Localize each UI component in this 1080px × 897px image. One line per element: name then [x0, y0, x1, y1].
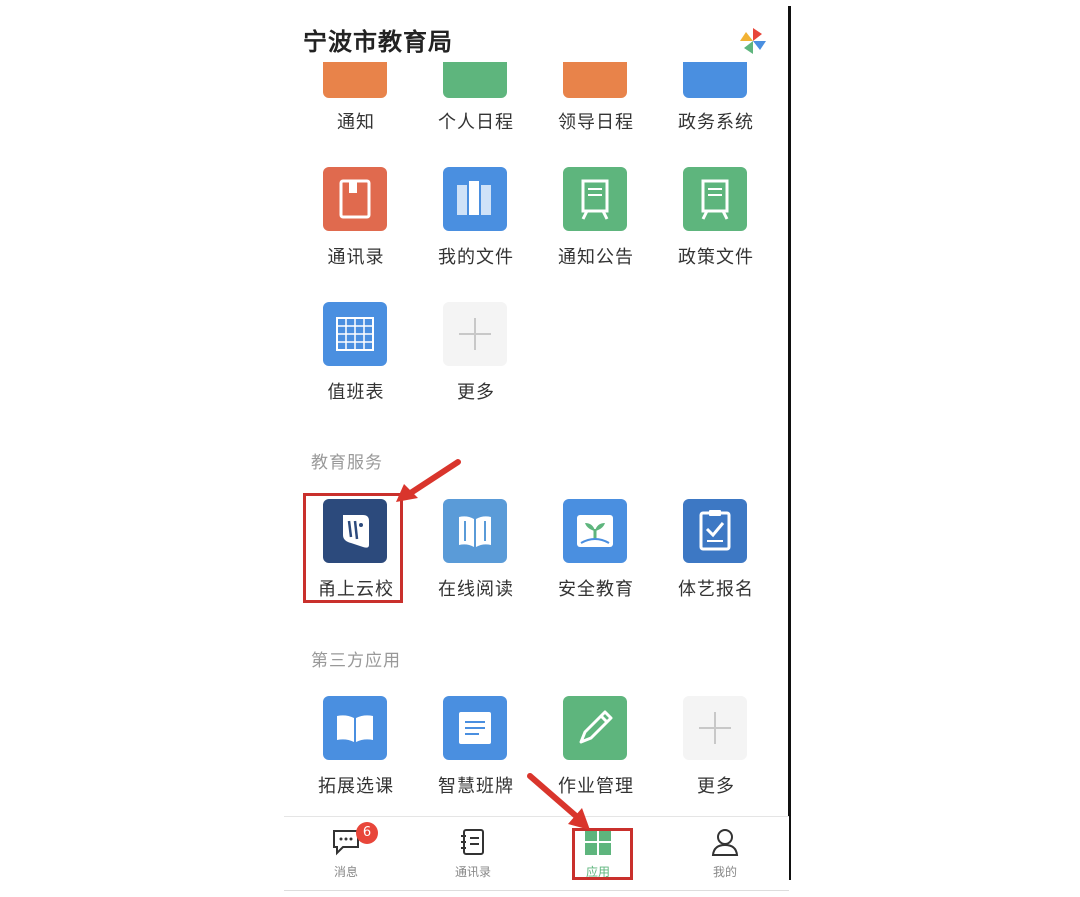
app-label: 安全教育: [558, 579, 634, 600]
app-label: 通讯录: [327, 247, 385, 268]
app-online-reading[interactable]: 在线阅读: [421, 499, 531, 619]
system-icon: [683, 62, 747, 98]
tab-contacts[interactable]: 通讯录: [418, 817, 528, 891]
section-title-third-party: 第三方应用: [311, 651, 401, 671]
app-label: 领导日程: [558, 112, 634, 133]
screen-border: [788, 6, 791, 880]
app-leader-schedule[interactable]: 领导日程: [541, 58, 651, 178]
app-smart-class-board[interactable]: 智慧班牌: [421, 696, 531, 816]
files-icon: [443, 167, 507, 231]
contacts-book-icon: [458, 827, 488, 857]
clipboard-icon: [683, 499, 747, 563]
app-policy-files[interactable]: 政策文件: [661, 167, 771, 287]
book-icon: [443, 499, 507, 563]
tab-label: 消息: [333, 865, 358, 879]
app-label: 智慧班牌: [438, 776, 514, 797]
plus-icon: [683, 696, 747, 760]
app-label: 值班表: [327, 382, 385, 403]
board-icon: [683, 167, 747, 231]
tab-me[interactable]: 我的: [670, 817, 780, 891]
app-announcements[interactable]: 通知公告: [541, 167, 651, 287]
document-icon: [443, 696, 507, 760]
app-safety-education[interactable]: 安全教育: [541, 499, 651, 619]
app-address-book[interactable]: 通讯录: [301, 167, 411, 287]
unread-badge: 6: [356, 822, 378, 844]
calendar-icon: [443, 62, 507, 98]
plus-icon: [443, 302, 507, 366]
app-government-system[interactable]: 政务系统: [661, 58, 771, 178]
bottom-divider: [284, 890, 789, 891]
app-label: 通知公告: [558, 247, 634, 268]
app-label: 更多: [697, 776, 735, 797]
app-my-files[interactable]: 我的文件: [421, 167, 531, 287]
app-label: 政务系统: [678, 112, 754, 133]
highlight-apps-tab: [572, 828, 633, 880]
pencil-icon: [563, 696, 627, 760]
person-icon: [710, 827, 740, 857]
section-title-education: 教育服务: [311, 453, 383, 473]
tab-label: 我的: [712, 865, 737, 879]
notice-icon: [323, 62, 387, 98]
app-duty-roster[interactable]: 值班表: [301, 302, 411, 422]
app-label: 更多: [457, 382, 495, 403]
app-label: 个人日程: [438, 112, 514, 133]
page-title: 宁波市教育局: [303, 28, 453, 56]
address-book-icon: [323, 167, 387, 231]
app-more-third-party[interactable]: 更多: [661, 696, 771, 816]
app-extended-courses[interactable]: 拓展选课: [301, 696, 411, 816]
open-book-icon: [323, 696, 387, 760]
app-label: 通知: [337, 112, 375, 133]
app-label: 政策文件: [678, 247, 754, 268]
app-arts-sports-signup[interactable]: 体艺报名: [661, 499, 771, 619]
app-label: 作业管理: [558, 776, 634, 797]
board-icon: [563, 167, 627, 231]
app-personal-schedule[interactable]: 个人日程: [421, 58, 531, 178]
tab-messages[interactable]: 消息: [291, 817, 401, 891]
app-label: 我的文件: [438, 247, 514, 268]
sprout-icon: [563, 499, 627, 563]
highlight-cloud-school: [303, 493, 403, 603]
tab-label: 通讯录: [454, 865, 491, 879]
app-more-office[interactable]: 更多: [421, 302, 531, 422]
app-notice[interactable]: 通知: [301, 58, 411, 178]
briefcase-icon: [563, 62, 627, 98]
pinwheel-icon[interactable]: [738, 26, 768, 56]
app-label: 体艺报名: [678, 579, 754, 600]
app-label: 在线阅读: [438, 579, 514, 600]
app-homework-management[interactable]: 作业管理: [541, 696, 651, 816]
table-icon: [323, 302, 387, 366]
app-label: 拓展选课: [318, 776, 394, 797]
